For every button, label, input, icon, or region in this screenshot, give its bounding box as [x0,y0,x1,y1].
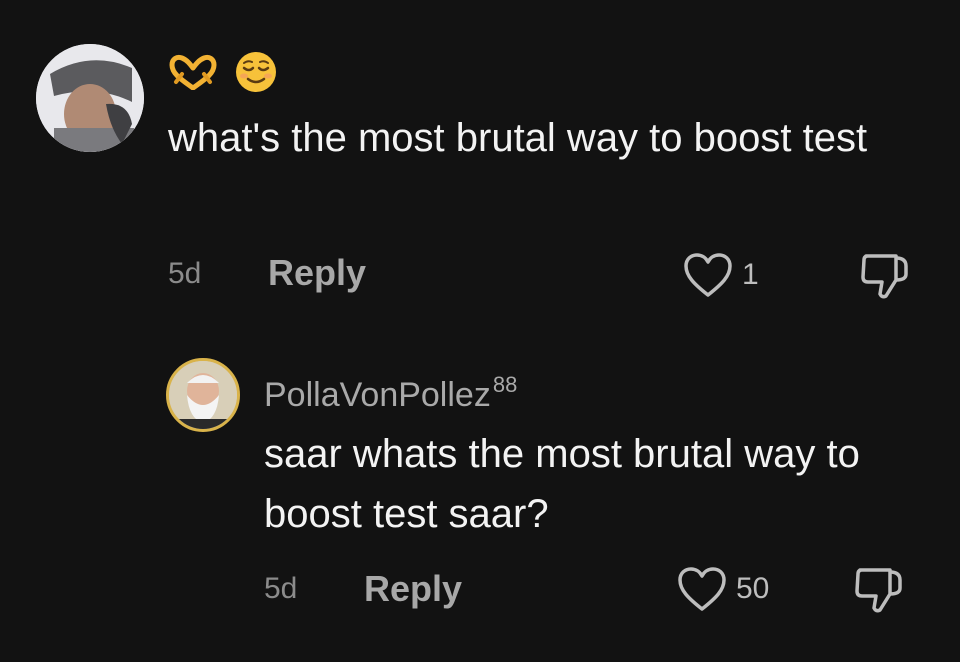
username[interactable]: PollaVonPollez88 [264,364,517,416]
like-button[interactable]: 50 [676,564,769,614]
heart-icon [684,253,732,297]
reply-comment-text: saar whats the most brutal way to boost … [264,432,860,536]
heart-icon [678,567,726,611]
reply-timestamp: 5d [264,572,298,605]
avatar[interactable] [36,44,144,152]
thumbs-down-icon [861,254,908,299]
thumbs-down-icon [855,568,902,613]
dislike-button[interactable] [858,250,912,305]
dislike-button[interactable] [852,564,906,619]
reply-button[interactable]: Reply [364,568,462,610]
like-button[interactable]: 1 [682,250,759,300]
like-count: 50 [736,572,770,605]
author-emojis [168,50,278,94]
comment-text: what's the most brutal way to boost test [168,116,868,160]
username-superscript: 88 [492,372,518,397]
heart-hands-icon [169,54,217,90]
reply-avatar[interactable] [166,358,240,432]
like-count: 1 [742,258,759,291]
reply-button[interactable]: Reply [268,252,366,294]
relieved-face-icon [236,52,276,92]
comment-timestamp: 5d [168,257,202,290]
